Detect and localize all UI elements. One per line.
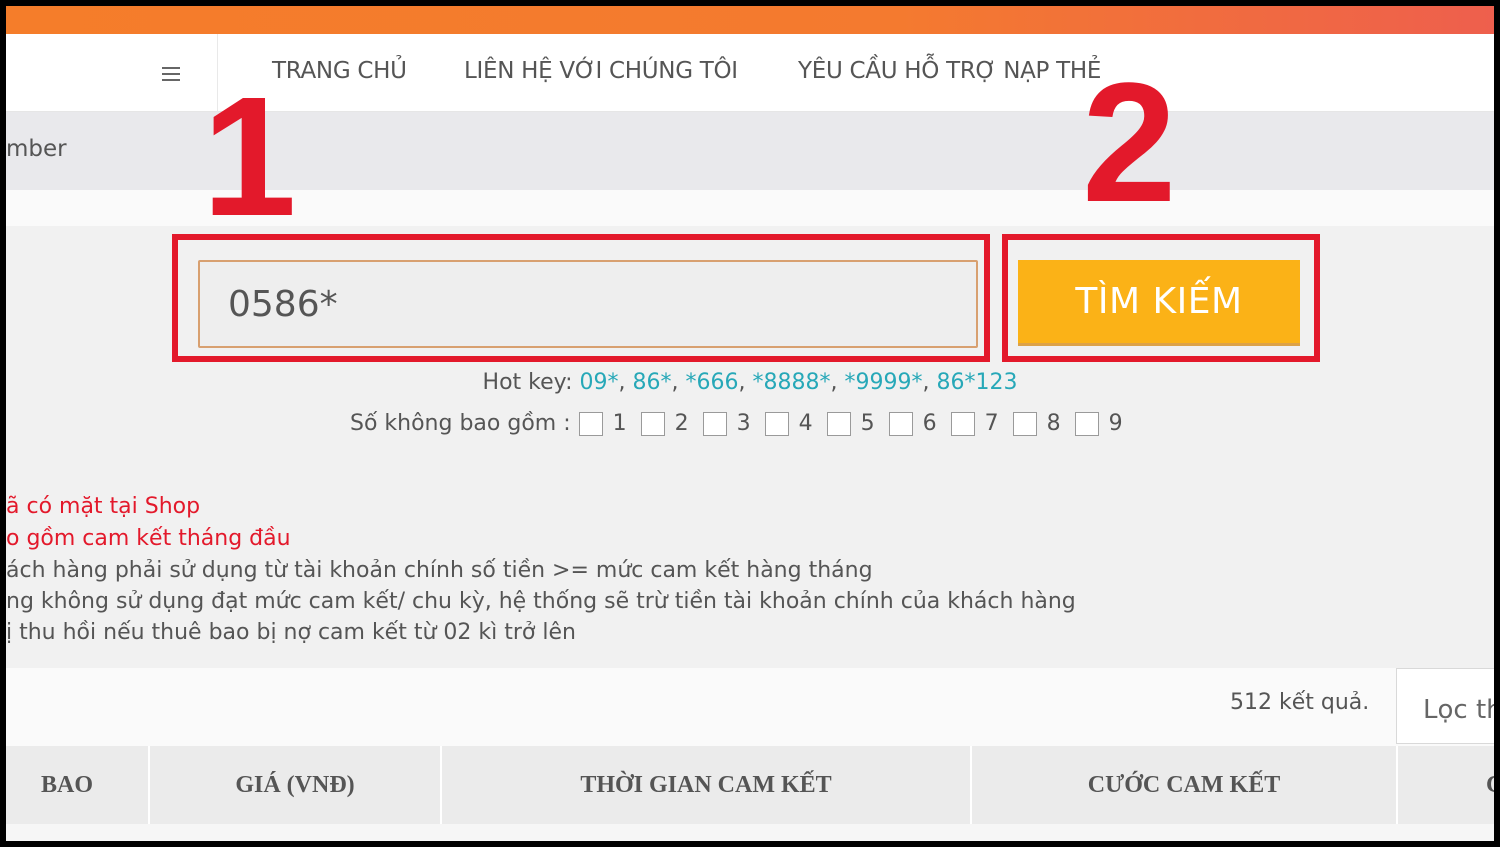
annotation-number-2: 2 [1082, 48, 1177, 238]
exclude-digit-checkbox[interactable]: 8 [1012, 411, 1061, 436]
exclude-digit-checkbox[interactable]: 5 [826, 411, 875, 436]
column-header-subscriber[interactable]: BAO [6, 746, 150, 824]
note-line: o gồm cam kết tháng đầu [6, 526, 291, 551]
nav-link-contact[interactable]: LIÊN HỆ VỚI CHÚNG TÔI [464, 58, 738, 84]
exclude-digit-checkbox[interactable]: 3 [702, 411, 751, 436]
annotation-box-2 [1002, 234, 1320, 362]
hotkey-link[interactable]: 86*123 [936, 370, 1017, 395]
table-row [6, 824, 1494, 841]
note-line: ách hàng phải sử dụng từ tài khoản chính… [6, 558, 873, 583]
hotkey-link[interactable]: 86* [632, 370, 671, 395]
exclude-digit-checkbox[interactable]: 9 [1074, 411, 1123, 436]
exclude-digit-checkbox[interactable]: 2 [640, 411, 689, 436]
column-header-commitment-period[interactable]: THỜI GIAN CAM KẾT [442, 746, 972, 824]
hamburger-menu-icon[interactable] [162, 67, 180, 81]
hotkey-link[interactable]: 09* [579, 370, 618, 395]
exclude-digits-row: Số không bao gồm : 1 2 3 4 5 6 7 8 9 [350, 411, 1129, 436]
hotkey-line: Hot key: 09*, 86*, *666, *8888*, *9999*,… [482, 370, 1018, 395]
top-accent-bar [6, 6, 1494, 34]
column-header-extra[interactable]: C [1398, 746, 1494, 824]
note-line: ã có mặt tại Shop [6, 494, 201, 519]
column-header-commitment-fee[interactable]: CƯỚC CAM KẾT [972, 746, 1398, 824]
hotkey-link[interactable]: *666 [685, 370, 738, 395]
results-toolbar: 512 kết quả. Lọc th [6, 668, 1494, 746]
breadcrumb: mber [6, 136, 67, 162]
hotkey-label: Hot key: [482, 370, 580, 395]
annotation-number-1: 1 [202, 62, 297, 252]
exclude-digit-checkbox[interactable]: 6 [888, 411, 937, 436]
results-table-header: BAO GIÁ (VNĐ) THỜI GIAN CAM KẾT CƯỚC CAM… [6, 746, 1494, 824]
exclude-digits-label: Số không bao gồm : [350, 411, 571, 436]
filter-label: Lọc th [1423, 695, 1494, 725]
exclude-digit-checkbox[interactable]: 7 [950, 411, 999, 436]
note-line: ị thu hồi nếu thuê bao bị nợ cam kết từ … [6, 620, 576, 645]
annotation-box-1 [172, 234, 990, 362]
exclude-digit-checkbox[interactable]: 1 [578, 411, 627, 436]
nav-link-topup-support[interactable]: YÊU CẦU HỖ TRỢ NẠP THẺ [798, 58, 1101, 84]
hotkey-link[interactable]: *9999* [844, 370, 922, 395]
browser-viewport: TRANG CHỦ LIÊN HỆ VỚI CHÚNG TÔI YÊU CẦU … [6, 6, 1494, 841]
exclude-digit-checkbox[interactable]: 4 [764, 411, 813, 436]
result-count: 512 kết quả. [1230, 690, 1370, 715]
menu-cell [6, 34, 218, 112]
note-line: ng không sử dụng đạt mức cam kết/ chu kỳ… [6, 589, 1076, 614]
column-header-price[interactable]: GIÁ (VNĐ) [150, 746, 442, 824]
filter-dropdown[interactable]: Lọc th [1396, 668, 1494, 744]
hotkey-link[interactable]: *8888* [752, 370, 830, 395]
